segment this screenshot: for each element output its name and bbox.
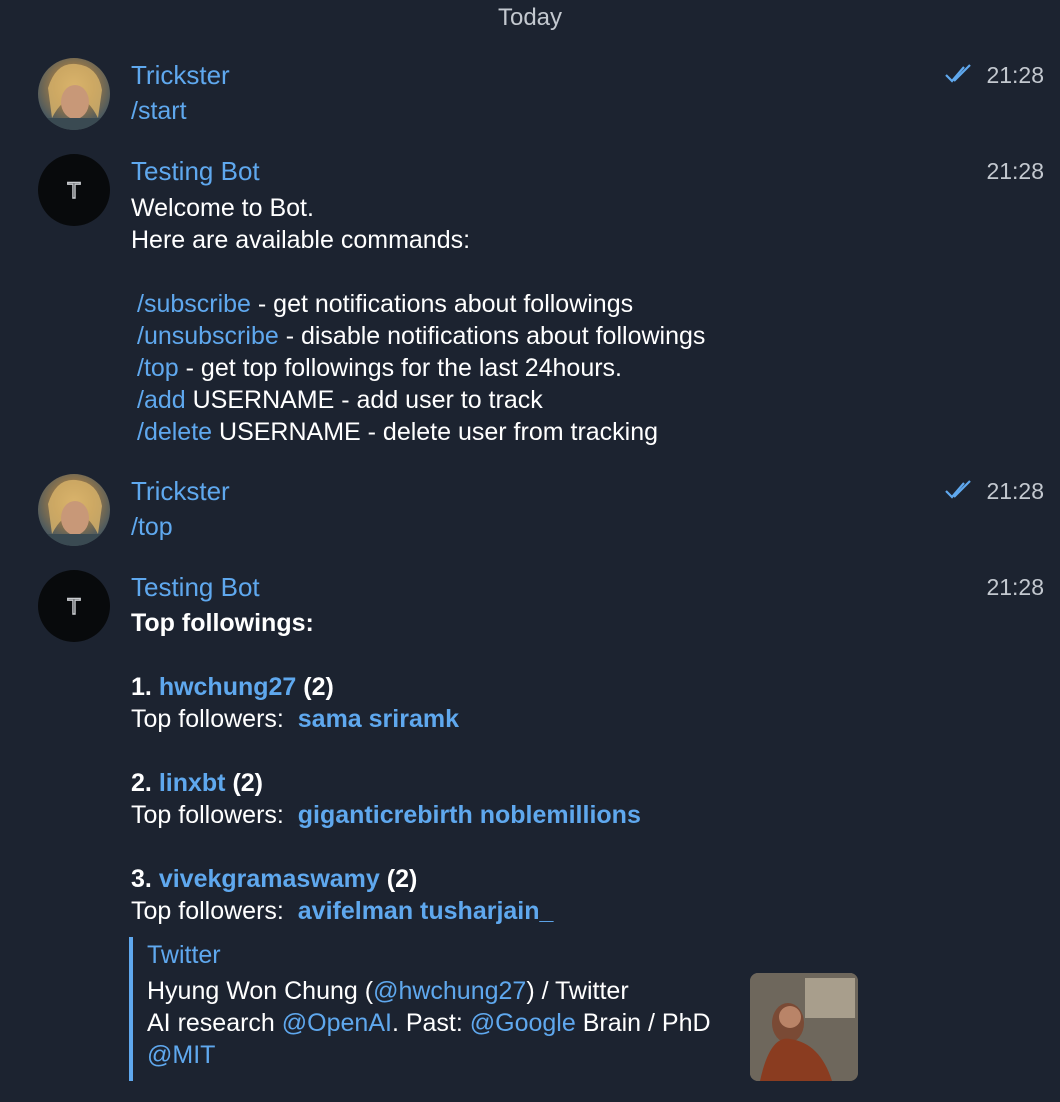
- sender-name[interactable]: Trickster: [131, 59, 230, 91]
- followers-row: Top followers: sama sriramk: [131, 703, 459, 735]
- command-link[interactable]: /subscribe: [137, 290, 251, 318]
- desc-text: AI research: [147, 1009, 282, 1037]
- command-link[interactable]: /delete: [137, 418, 212, 446]
- rank: 1.: [131, 673, 152, 701]
- preview-title-post: ) / Twitter: [526, 977, 629, 1005]
- user-link[interactable]: linxbt: [159, 769, 226, 797]
- sender-name[interactable]: Testing Bot: [131, 155, 260, 187]
- message-time: 21:28: [986, 62, 1044, 88]
- user-link[interactable]: hwchung27: [159, 673, 297, 701]
- date-separator: Today: [497, 4, 563, 31]
- count: (2): [303, 673, 334, 701]
- preview-description: AI research @OpenAI. Past: @Google Brain…: [147, 1007, 747, 1039]
- command-desc: USERNAME - add user to track: [185, 386, 543, 414]
- command-desc: - disable notifications about followings: [278, 322, 706, 350]
- desc-text: . Past:: [391, 1009, 470, 1037]
- followers-links[interactable]: sama sriramk: [298, 705, 459, 733]
- user-link[interactable]: vivekgramaswamy: [159, 865, 380, 893]
- followers-links[interactable]: giganticrebirth noblemillions: [298, 801, 641, 829]
- command-desc: - get notifications about followings: [250, 290, 634, 318]
- preview-text: Hyung Won Chung (@hwchung27) / Twitter A…: [147, 975, 747, 1071]
- list-item: 1. hwchung27 (2): [131, 671, 334, 703]
- double-check-icon: [944, 63, 974, 90]
- link-preview[interactable]: Twitter Hyung Won Chung (@hwchung27) / T…: [129, 937, 865, 1081]
- preview-thumbnail[interactable]: [750, 973, 858, 1081]
- list-heading: Top followings:: [131, 609, 314, 637]
- followers-label: Top followers:: [131, 897, 284, 925]
- message-time: 21:28: [986, 158, 1044, 184]
- count: (2): [386, 865, 418, 893]
- preview-title: Hyung Won Chung (@hwchung27) / Twitter: [147, 975, 747, 1007]
- list-item: 2. linxbt (2): [131, 767, 263, 799]
- avatar[interactable]: [38, 58, 110, 130]
- openai-link[interactable]: @OpenAI: [282, 1009, 392, 1037]
- followers-label: Top followers:: [131, 705, 284, 733]
- followers-label: Top followers:: [131, 801, 284, 829]
- command-desc: - get top followings for the last 24hour…: [178, 354, 623, 382]
- followers-row: Top followers: avifelman tusharjain_: [131, 895, 553, 927]
- avatar[interactable]: [38, 474, 110, 546]
- message-line: Here are available commands:: [131, 226, 471, 254]
- svg-text:T: T: [67, 594, 80, 619]
- bot-avatar[interactable]: T: [38, 154, 110, 226]
- sender-name[interactable]: Testing Bot: [131, 571, 260, 603]
- command-row: /unsubscribe - disable notifications abo…: [137, 320, 705, 352]
- command-link[interactable]: /add: [137, 386, 186, 414]
- command-desc: USERNAME - delete user from tracking: [212, 418, 659, 446]
- command-row: /delete USERNAME - delete user from trac…: [137, 416, 658, 448]
- desc-text: Brain / PhD: [575, 1009, 711, 1037]
- command-link[interactable]: /top: [137, 354, 179, 382]
- command-row: /add USERNAME - add user to track: [137, 384, 543, 416]
- mit-link[interactable]: @MIT: [147, 1041, 215, 1069]
- command-link[interactable]: /start: [131, 95, 187, 127]
- list-item: 3. vivekgramaswamy (2): [131, 863, 417, 895]
- count: (2): [232, 769, 263, 797]
- handle-link[interactable]: @hwchung27: [373, 977, 526, 1005]
- bot-avatar[interactable]: T: [38, 570, 110, 642]
- message-time: 21:28: [986, 478, 1044, 504]
- rank: 2.: [131, 769, 152, 797]
- preview-site: Twitter: [147, 941, 221, 969]
- followers-row: Top followers: giganticrebirth noblemill…: [131, 799, 641, 831]
- sender-name[interactable]: Trickster: [131, 475, 230, 507]
- message-line: Welcome to Bot.: [131, 194, 314, 222]
- command-row: /top - get top followings for the last 2…: [137, 352, 622, 384]
- svg-text:T: T: [67, 178, 80, 203]
- google-link[interactable]: @Google: [470, 1009, 576, 1037]
- preview-title-pre: Hyung Won Chung (: [147, 977, 374, 1005]
- double-check-icon: [944, 479, 974, 506]
- command-row: /subscribe - get notifications about fol…: [137, 288, 633, 320]
- command-link[interactable]: /unsubscribe: [137, 322, 279, 350]
- followers-links[interactable]: avifelman tusharjain_: [298, 897, 554, 925]
- rank: 3.: [131, 865, 152, 893]
- message-time: 21:28: [986, 574, 1044, 600]
- command-link[interactable]: /top: [131, 511, 173, 543]
